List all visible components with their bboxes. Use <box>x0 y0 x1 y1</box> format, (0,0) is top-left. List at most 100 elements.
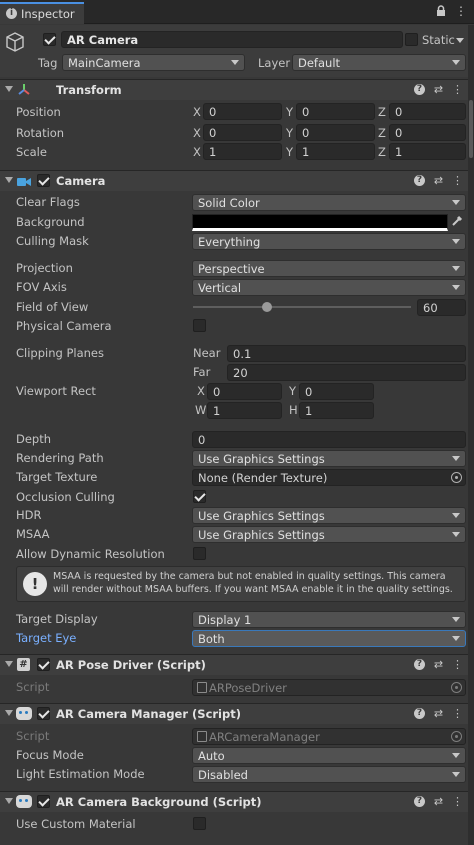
hdr-row: HDR Use Graphics Settings <box>0 506 468 525</box>
viewport-y-field[interactable]: 0 <box>299 383 374 400</box>
projection-dropdown[interactable]: Perspective <box>192 260 466 277</box>
hdr-dropdown[interactable]: Use Graphics Settings <box>192 507 466 524</box>
scale-row: Scale X 1 Y 1 Z 1 <box>0 143 468 162</box>
viewport-wh-row: W 1 H 1 <box>0 401 468 420</box>
more-menu-icon[interactable]: ⋮ <box>451 83 464 96</box>
rotation-z-field[interactable]: 0 <box>389 124 466 141</box>
fov-axis-dropdown[interactable]: Vertical <box>192 279 466 296</box>
camera-manager-script-row: Script ARCameraManager <box>0 727 468 746</box>
scale-z-field[interactable]: 1 <box>389 143 466 160</box>
camera-manager-enabled-checkbox[interactable] <box>37 707 50 720</box>
occlusion-culling-checkbox[interactable] <box>193 490 206 503</box>
eyedropper-icon[interactable] <box>451 215 463 227</box>
pose-driver-script-field: ARPoseDriver <box>192 679 466 696</box>
camera-manager-script-field: ARCameraManager <box>192 728 466 745</box>
camera-background-header[interactable]: AR Camera Background (Script) ? ⇄ ⋮ <box>0 791 468 812</box>
fov-field[interactable]: 60 <box>417 299 466 316</box>
preset-icon[interactable]: ⇄ <box>432 174 445 187</box>
more-menu-icon[interactable]: ⋮ <box>455 4 467 18</box>
rendering-path-dropdown[interactable]: Use Graphics Settings <box>192 450 466 467</box>
help-icon[interactable]: ? <box>414 84 425 95</box>
focus-mode-row: Focus Mode Auto <box>0 746 468 765</box>
camera-manager-header[interactable]: AR Camera Manager (Script) ? ⇄ ⋮ <box>0 703 468 724</box>
near-field[interactable]: 0.1 <box>227 345 466 362</box>
dynamic-resolution-checkbox[interactable] <box>193 547 206 560</box>
transform-header[interactable]: Transform ? ⇄ ⋮ <box>0 79 468 100</box>
static-caret-icon[interactable] <box>456 38 464 43</box>
target-texture-row: Target Texture None (Render Texture) <box>0 468 468 487</box>
foldout-arrow-icon[interactable] <box>5 710 13 716</box>
viewport-w-field[interactable]: 1 <box>207 402 282 419</box>
more-menu-icon[interactable]: ⋮ <box>451 795 464 808</box>
preset-icon[interactable]: ⇄ <box>432 795 445 808</box>
static-label: Static <box>422 33 455 47</box>
help-icon[interactable]: ? <box>414 796 425 807</box>
background-color-swatch[interactable] <box>192 214 448 231</box>
tab-title: Inspector <box>21 7 75 21</box>
preset-icon[interactable]: ⇄ <box>432 83 445 96</box>
preset-icon[interactable]: ⇄ <box>432 707 445 720</box>
camera-background-enabled-checkbox[interactable] <box>37 795 50 808</box>
fov-row: Field of View 60 <box>0 298 468 317</box>
target-eye-dropdown[interactable]: Both <box>192 630 466 647</box>
far-field[interactable]: 20 <box>227 364 466 381</box>
camera-icon <box>17 176 31 186</box>
foldout-arrow-icon[interactable] <box>5 86 13 92</box>
target-display-dropdown[interactable]: Display 1 <box>192 611 466 628</box>
clipping-planes-row: Clipping Planes Near 0.1 <box>0 344 468 363</box>
position-z-field[interactable]: 0 <box>389 103 466 120</box>
foldout-arrow-icon[interactable] <box>5 798 13 804</box>
light-estimation-dropdown[interactable]: Disabled <box>192 766 466 783</box>
clear-flags-dropdown[interactable]: Solid Color <box>192 194 466 211</box>
chevron-down-icon <box>452 456 460 461</box>
pose-driver-script-row: Script ARPoseDriver <box>0 678 468 697</box>
chevron-down-icon <box>452 532 460 537</box>
foldout-arrow-icon[interactable] <box>5 661 13 667</box>
physical-camera-checkbox[interactable] <box>193 319 206 332</box>
static-checkbox[interactable] <box>405 33 418 46</box>
help-icon[interactable]: ? <box>414 175 425 186</box>
scale-y-field[interactable]: 1 <box>296 143 375 160</box>
focus-mode-dropdown[interactable]: Auto <box>192 747 466 764</box>
pose-driver-header[interactable]: # AR Pose Driver (Script) ? ⇄ ⋮ <box>0 654 468 675</box>
msaa-dropdown[interactable]: Use Graphics Settings <box>192 526 466 543</box>
layer-dropdown[interactable]: Default <box>292 54 466 71</box>
custom-material-checkbox[interactable] <box>193 817 206 830</box>
fov-slider-thumb[interactable] <box>262 302 273 312</box>
position-y-field[interactable]: 0 <box>296 103 375 120</box>
chevron-down-icon <box>452 239 460 244</box>
viewport-x-field[interactable]: 0 <box>207 383 282 400</box>
scrollbar-thumb[interactable] <box>469 100 473 158</box>
chevron-down-icon <box>452 200 460 205</box>
object-picker-icon <box>451 682 462 693</box>
object-picker-icon[interactable] <box>451 472 462 483</box>
help-icon[interactable]: ? <box>414 708 425 719</box>
more-menu-icon[interactable]: ⋮ <box>451 174 464 187</box>
preset-icon[interactable]: ⇄ <box>432 658 445 671</box>
tab-inspector[interactable]: i Inspector <box>0 2 84 24</box>
camera-header[interactable]: Camera ? ⇄ ⋮ <box>0 170 468 191</box>
warning-text: MSAA is requested by the camera but not … <box>53 571 453 595</box>
help-icon[interactable]: ? <box>414 659 425 670</box>
object-active-checkbox[interactable] <box>43 33 56 46</box>
chevron-down-icon <box>452 617 460 622</box>
position-x-field[interactable]: 0 <box>203 103 282 120</box>
fov-slider-track[interactable] <box>193 306 411 308</box>
camera-enabled-checkbox[interactable] <box>37 174 50 187</box>
viewport-h-field[interactable]: 1 <box>299 402 374 419</box>
foldout-arrow-icon[interactable] <box>5 177 13 183</box>
culling-mask-dropdown[interactable]: Everything <box>192 233 466 250</box>
more-menu-icon[interactable]: ⋮ <box>451 658 464 671</box>
depth-field[interactable]: 0 <box>192 431 466 448</box>
rotation-row: Rotation X 0 Y 0 Z 0 <box>0 124 468 143</box>
rotation-x-field[interactable]: 0 <box>203 124 282 141</box>
pose-driver-enabled-checkbox[interactable] <box>37 658 50 671</box>
target-texture-field[interactable]: None (Render Texture) <box>192 469 466 486</box>
object-name-field[interactable]: AR Camera <box>61 31 403 48</box>
lock-icon[interactable] <box>436 5 446 16</box>
scale-x-field[interactable]: 1 <box>203 143 282 160</box>
more-menu-icon[interactable]: ⋮ <box>451 707 464 720</box>
layer-label: Layer <box>258 56 291 70</box>
rotation-y-field[interactable]: 0 <box>296 124 375 141</box>
tag-dropdown[interactable]: MainCamera <box>62 54 245 71</box>
